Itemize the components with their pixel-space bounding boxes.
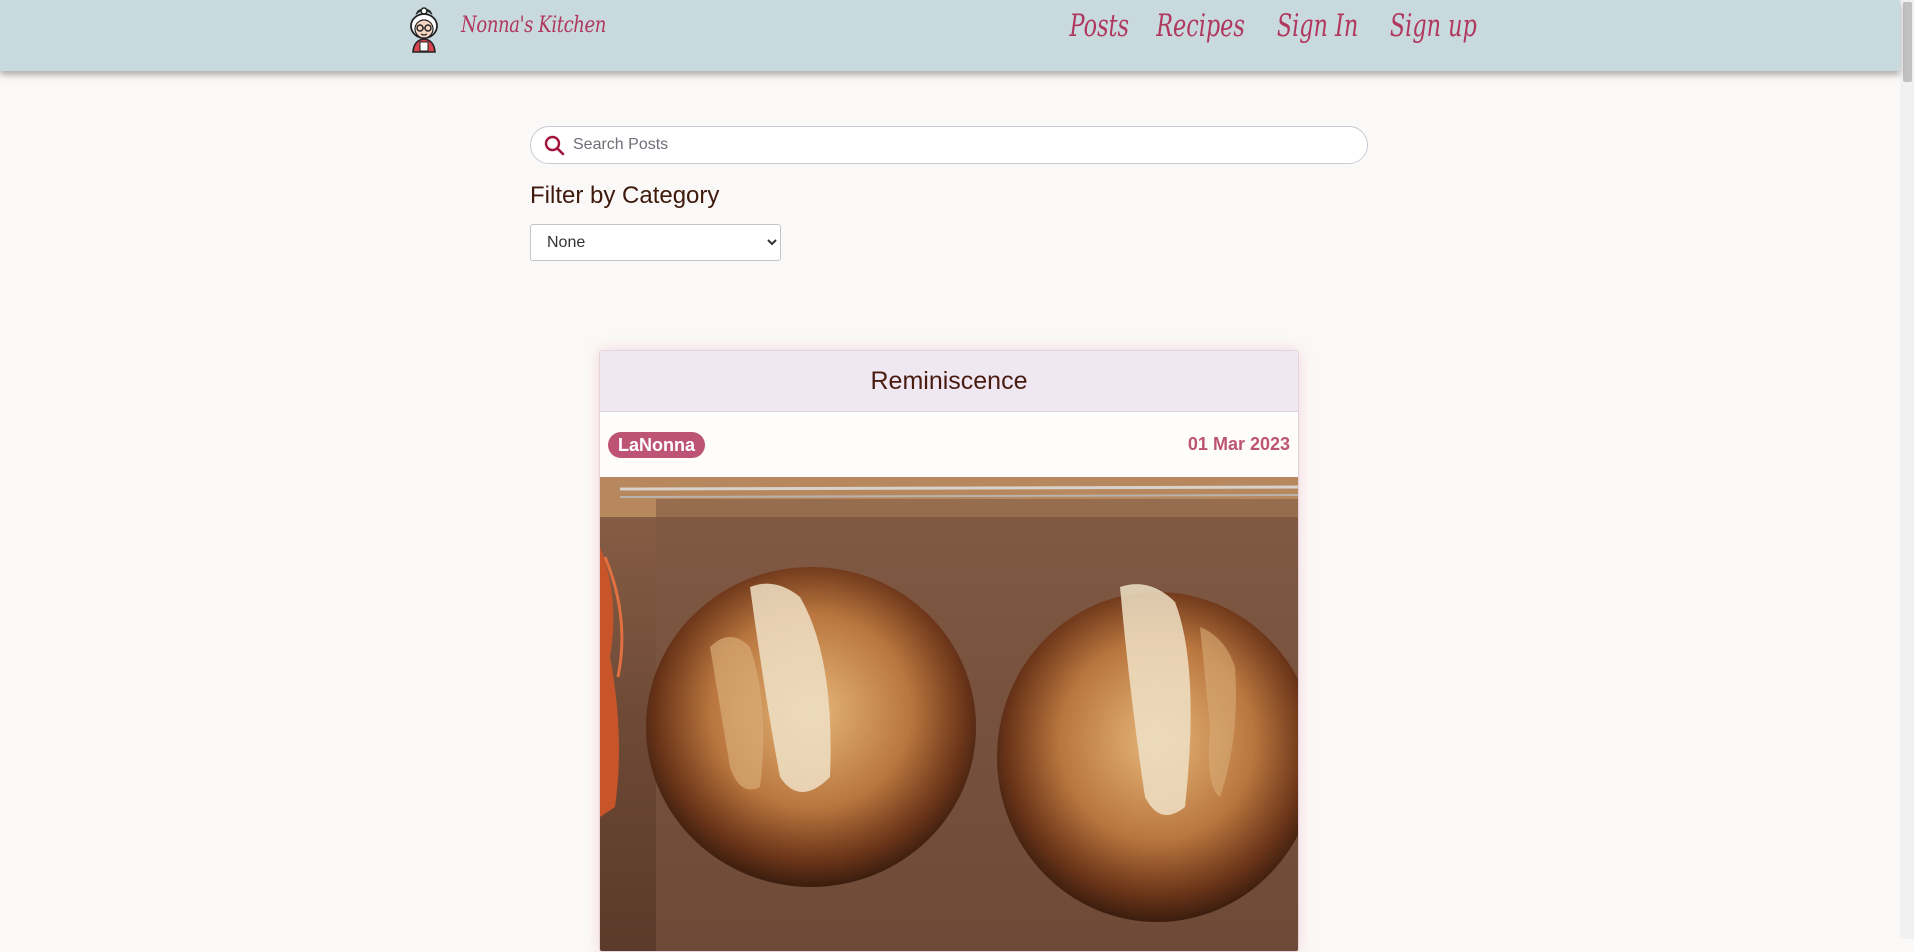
filter-heading: Filter by Category xyxy=(530,182,720,209)
grandma-avatar-icon[interactable] xyxy=(404,6,444,54)
author-badge[interactable]: LaNonna xyxy=(608,432,706,458)
category-select[interactable]: None xyxy=(530,224,781,261)
post-header: Reminiscence xyxy=(600,351,1298,412)
search-bar[interactable] xyxy=(530,126,1368,164)
navbar: Nonna's Kitchen Posts Recipes Sign In Si… xyxy=(0,0,1900,71)
nav-link-sign-in[interactable]: Sign In xyxy=(1277,8,1358,44)
page-scrollbar[interactable] xyxy=(1900,0,1914,939)
post-card[interactable]: Reminiscence LaNonna 01 Mar 2023 xyxy=(599,350,1299,952)
post-image[interactable] xyxy=(600,477,1298,952)
post-date: 01 Mar 2023 xyxy=(1187,434,1290,454)
nav-link-recipes[interactable]: Recipes xyxy=(1157,8,1246,44)
post-meta: LaNonna 01 Mar 2023 xyxy=(600,412,1298,477)
search-input[interactable] xyxy=(571,128,1355,162)
brand-name[interactable]: Nonna's Kitchen xyxy=(461,13,606,38)
nav-links: Posts Recipes Sign In Sign up xyxy=(1067,8,1485,44)
nav-link-posts[interactable]: Posts xyxy=(1069,8,1128,44)
search-icon xyxy=(544,135,565,156)
scrollbar-thumb[interactable] xyxy=(1903,2,1912,82)
nav-link-sign-up[interactable]: Sign up xyxy=(1390,8,1477,44)
post-title[interactable]: Reminiscence xyxy=(870,367,1027,396)
